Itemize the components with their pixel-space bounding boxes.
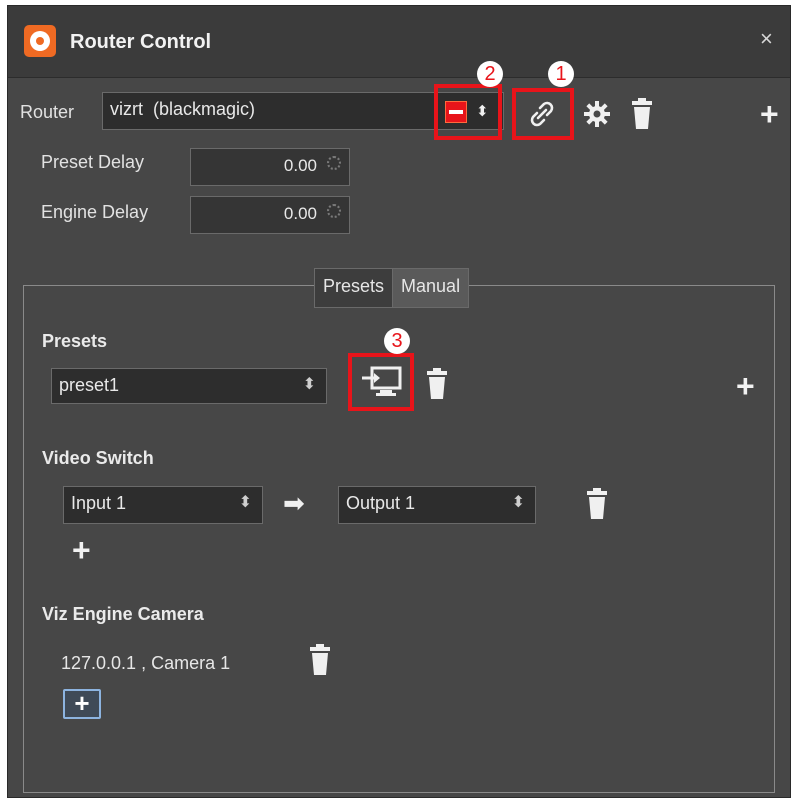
video-input-select[interactable]: Input 1 ⬍ (63, 486, 263, 524)
chevron-updown-icon[interactable]: ⬍ (476, 102, 489, 120)
video-input-value: Input 1 (71, 493, 127, 513)
trash-icon[interactable] (586, 488, 608, 520)
router-label: Router (20, 102, 75, 122)
annotation-badge-1: 1 (548, 61, 574, 87)
trash-icon[interactable] (426, 368, 448, 400)
preset-select-value: preset1 (59, 375, 120, 395)
chevron-updown-icon: ⬍ (302, 376, 316, 393)
reset-icon[interactable] (327, 204, 341, 218)
add-camera-button[interactable]: + (63, 689, 101, 719)
preset-delay-field[interactable]: 0.00 (190, 148, 350, 186)
presets-heading: Presets (42, 331, 108, 351)
engine-delay-field[interactable]: 0.00 (190, 196, 350, 234)
tab-presets[interactable]: Presets (315, 269, 394, 307)
camera-entry: 127.0.0.1 , Camera 1 (61, 653, 231, 673)
add-preset-button[interactable]: + (736, 370, 755, 402)
preset-delay-label: Preset Delay (41, 152, 145, 172)
gear-icon[interactable] (583, 100, 611, 128)
video-output-select[interactable]: Output 1 ⬍ (338, 486, 536, 524)
arrow-right-icon: ➡ (283, 488, 305, 518)
annotation-badge-2: 2 (477, 61, 503, 87)
remove-icon[interactable] (445, 101, 467, 123)
add-router-button[interactable]: + (760, 98, 779, 130)
chevron-updown-icon: ⬍ (511, 494, 525, 511)
chevron-updown-icon: ⬍ (238, 494, 252, 511)
preset-select[interactable]: preset1 ⬍ (51, 368, 327, 404)
preset-delay-value: 0.00 (283, 156, 317, 175)
tab-bar: Presets Manual (314, 268, 470, 308)
app-logo-icon (24, 25, 56, 57)
apply-preset-icon[interactable] (360, 366, 404, 398)
engine-delay-label: Engine Delay (41, 202, 149, 222)
add-video-switch-button[interactable]: + (72, 534, 91, 566)
reset-icon[interactable] (327, 156, 341, 170)
window-title: Router Control (70, 31, 212, 53)
router-select-value: vizrt (blackmagic) (110, 99, 256, 119)
video-output-value: Output 1 (346, 493, 416, 513)
trash-icon[interactable] (309, 644, 331, 676)
video-switch-heading: Video Switch (42, 448, 154, 468)
camera-heading: Viz Engine Camera (42, 604, 204, 624)
engine-delay-value: 0.00 (283, 204, 317, 223)
tab-manual[interactable]: Manual (393, 269, 469, 307)
title-bar: Router Control × (8, 6, 790, 78)
close-icon[interactable]: × (760, 26, 773, 52)
trash-icon[interactable] (630, 98, 654, 130)
annotation-badge-3: 3 (384, 328, 410, 354)
link-icon[interactable] (525, 97, 559, 131)
router-control-panel: Router Control × Router vizrt (blackmagi… (7, 5, 791, 798)
